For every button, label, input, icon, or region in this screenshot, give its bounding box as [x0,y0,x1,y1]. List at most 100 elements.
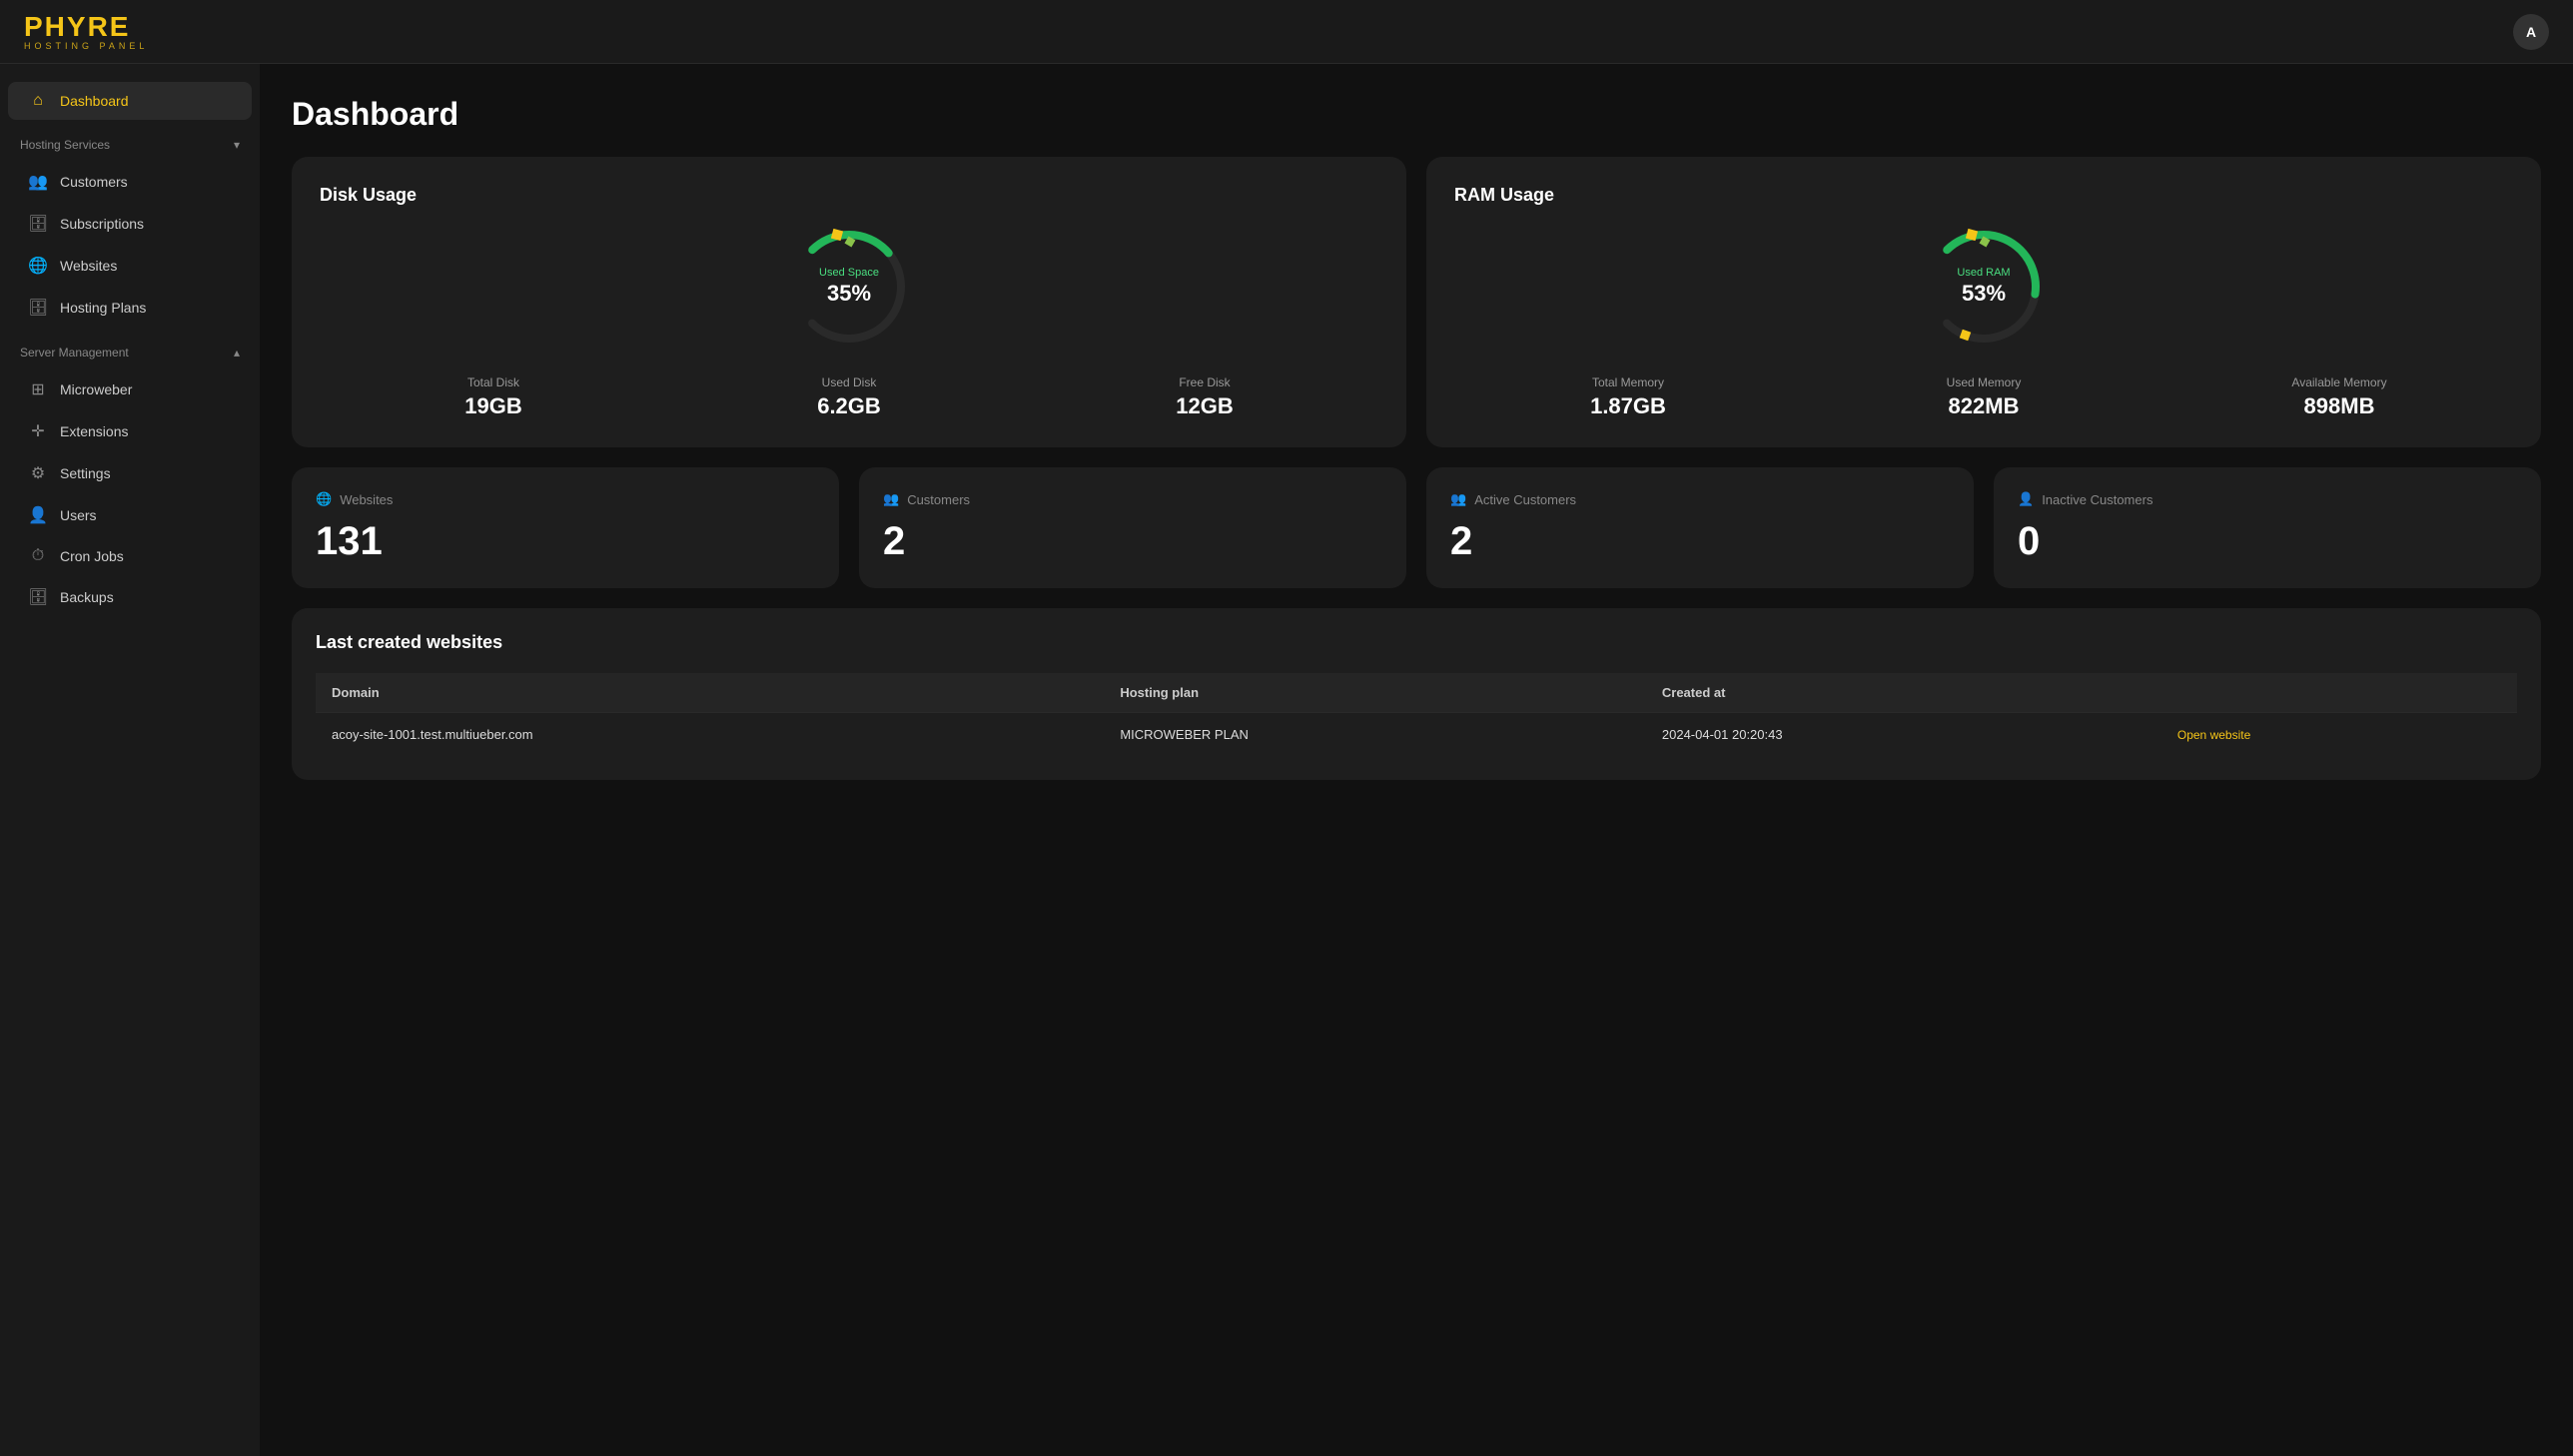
stat-active-header: 👥 Active Customers [1450,491,1950,507]
sidebar-item-cron-jobs[interactable]: ⏱ Cron Jobs [8,537,252,575]
stat-card-websites[interactable]: 🌐 Websites 131 [292,467,839,588]
disk-total-value: 19GB [320,393,667,419]
ram-used-label: Used RAM [1957,267,2010,279]
sidebar-extensions-label: Extensions [60,423,128,439]
table-title: Last created websites [316,632,2517,653]
stat-customers-label: Customers [907,492,970,507]
row-plan: MICROWEBER PLAN [1104,713,1646,757]
sidebar-cron-jobs-label: Cron Jobs [60,548,124,564]
ram-used: Used Memory 822MB [1810,375,2157,419]
sidebar-item-customers[interactable]: 👥 Customers [8,162,252,202]
disk-gauge-section: Used Space 35% [320,222,1378,352]
stat-customers-header: 👥 Customers [883,491,1382,507]
active-customers-icon: 👥 [1450,491,1466,507]
sidebar-hosting-plans-label: Hosting Plans [60,300,146,316]
ram-usage-card: RAM Usage Used RAM 53% [1426,157,2541,447]
col-action [2161,673,2517,713]
inactive-customers-icon: 👤 [2018,491,2034,507]
disk-gauge-label: Used Space 35% [819,267,879,307]
sidebar-item-websites[interactable]: 🌐 Websites [8,246,252,286]
stat-card-active-customers[interactable]: 👥 Active Customers 2 [1426,467,1974,588]
disk-used-value: 6.2GB [675,393,1023,419]
sidebar-subscriptions-label: Subscriptions [60,216,144,232]
sidebar-item-subscriptions[interactable]: 🗄 Subscriptions [8,204,252,244]
ram-gauge-label: Used RAM 53% [1957,267,2010,307]
logo-sub: HOSTING PANEL [24,41,148,51]
server-section-label: Server Management [20,346,129,360]
ram-stats: Total Memory 1.87GB Used Memory 822MB Av… [1454,375,2513,419]
row-domain: acoy-site-1001.test.multiueber.com [316,713,1104,757]
home-icon: ⌂ [28,92,48,110]
col-created: Created at [1646,673,2161,713]
sidebar-microweber-label: Microweber [60,381,132,397]
sidebar: ⌂ Dashboard Hosting Services ▾ 👥 Custome… [0,64,260,1456]
stat-active-label: Active Customers [1474,492,1576,507]
disk-used: Used Disk 6.2GB [675,375,1023,419]
disk-free: Free Disk 12GB [1031,375,1378,419]
sidebar-item-backups[interactable]: 🗄 Backups [8,577,252,617]
sidebar-users-label: Users [60,507,97,523]
stat-inactive-value: 0 [2018,519,2517,564]
microweber-icon: ⊞ [28,379,48,399]
ram-percentage: 53% [1957,281,2010,307]
ram-available: Available Memory 898MB [2165,375,2513,419]
sidebar-item-dashboard[interactable]: ⌂ Dashboard [8,82,252,120]
globe-icon: 🌐 [316,491,332,507]
stat-card-inactive-customers[interactable]: 👤 Inactive Customers 0 [1994,467,2541,588]
customers-icon: 👥 [28,172,48,192]
content-area: Dashboard Disk Usage [260,64,2573,1456]
avatar[interactable]: A [2513,14,2549,50]
sidebar-item-settings[interactable]: ⚙ Settings [8,453,252,493]
extensions-icon: ✛ [28,421,48,441]
websites-icon: 🌐 [28,256,48,276]
ram-gauge: Used RAM 53% [1919,222,2049,352]
disk-free-value: 12GB [1031,393,1378,419]
customers-stat-icon: 👥 [883,491,899,507]
disk-total: Total Disk 19GB [320,375,667,419]
table-row: acoy-site-1001.test.multiueber.com MICRO… [316,713,2517,757]
sidebar-item-users[interactable]: 👤 Users [8,495,252,535]
sidebar-websites-label: Websites [60,258,117,274]
last-websites-section: Last created websites Domain Hosting pla… [292,608,2541,780]
stat-card-customers[interactable]: 👥 Customers 2 [859,467,1406,588]
stats-row: 🌐 Websites 131 👥 Customers 2 👥 Active Cu… [292,467,2541,588]
sidebar-dashboard-label: Dashboard [60,93,129,109]
stat-inactive-label: Inactive Customers [2042,492,2152,507]
row-action[interactable]: Open website [2161,713,2517,757]
server-section-header: Server Management ▴ [0,330,260,367]
disk-usage-card: Disk Usage Used Space [292,157,1406,447]
ram-avail-value: 898MB [2165,393,2513,419]
col-plan: Hosting plan [1104,673,1646,713]
users-icon: 👤 [28,505,48,525]
stat-websites-header: 🌐 Websites [316,491,815,507]
sidebar-item-extensions[interactable]: ✛ Extensions [8,411,252,451]
stat-websites-label: Websites [340,492,393,507]
sidebar-customers-label: Customers [60,174,128,190]
disk-used-space-label: Used Space [819,267,879,279]
subscriptions-icon: 🗄 [28,214,48,234]
usage-cards-row: Disk Usage Used Space [292,157,2541,447]
hosting-section-header: Hosting Services ▾ [0,122,260,160]
logo: PHYRE HOSTING PANEL [24,13,148,51]
topbar: PHYRE HOSTING PANEL A [0,0,2573,64]
disk-percentage: 35% [819,281,879,307]
websites-table: Domain Hosting plan Created at acoy-site… [316,673,2517,756]
disk-gauge: Used Space 35% [784,222,914,352]
logo-main: PHYRE [24,13,148,41]
stat-inactive-header: 👤 Inactive Customers [2018,491,2517,507]
stat-customers-value: 2 [883,519,1382,564]
stat-active-value: 2 [1450,519,1950,564]
hosting-section-label: Hosting Services [20,138,110,152]
page-title: Dashboard [292,96,2541,133]
stat-websites-value: 131 [316,519,815,564]
disk-free-label: Free Disk [1031,375,1378,389]
sidebar-settings-label: Settings [60,465,111,481]
row-created: 2024-04-01 20:20:43 [1646,713,2161,757]
sidebar-item-microweber[interactable]: ⊞ Microweber [8,369,252,409]
cron-jobs-icon: ⏱ [28,547,48,565]
disk-total-label: Total Disk [320,375,667,389]
sidebar-item-hosting-plans[interactable]: 🗄 Hosting Plans [8,288,252,328]
ram-avail-label: Available Memory [2165,375,2513,389]
col-domain: Domain [316,673,1104,713]
open-website-link[interactable]: Open website [2177,728,2250,742]
